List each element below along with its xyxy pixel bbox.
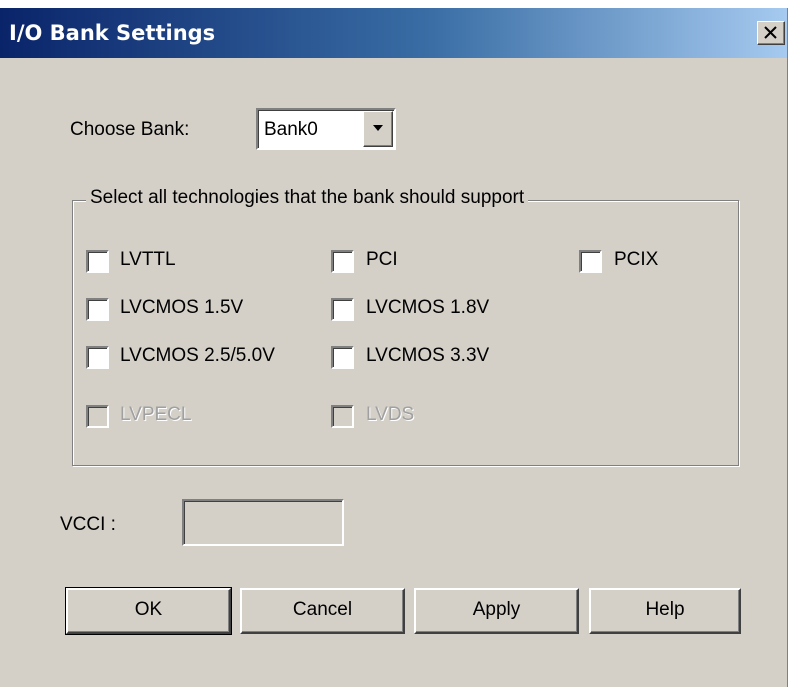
bank-select-dropdown-button[interactable]: [363, 111, 393, 147]
checkbox-lvds: [331, 405, 354, 428]
checkbox-lvds-label: LVDS: [366, 404, 415, 425]
close-button[interactable]: [757, 21, 785, 45]
technologies-group-title: Select all technologies that the bank sh…: [86, 187, 529, 209]
checkbox-lvcmos-1-8v-label[interactable]: LVCMOS 1.8V: [366, 297, 489, 319]
checkbox-lvttl[interactable]: [86, 250, 109, 273]
checkbox-lvcmos-3-3v-label[interactable]: LVCMOS 3.3V: [366, 345, 489, 367]
checkbox-lvcmos-3-3v[interactable]: [331, 346, 354, 369]
checkbox-lvpecl: [86, 405, 109, 428]
bank-select[interactable]: Bank0: [256, 108, 396, 150]
io-bank-settings-dialog: I/O Bank Settings Choose Bank: Bank0 Sel…: [0, 8, 788, 687]
checkbox-lvttl-label[interactable]: LVTTL: [120, 249, 176, 271]
checkbox-lvcmos-1-5v-label[interactable]: LVCMOS 1.5V: [120, 297, 243, 319]
checkbox-pci[interactable]: [331, 250, 354, 273]
checkbox-pcix-label[interactable]: PCIX: [614, 249, 658, 271]
checkbox-pcix[interactable]: [579, 250, 602, 273]
choose-bank-label: Choose Bank:: [70, 119, 190, 140]
ok-button[interactable]: OK: [65, 587, 232, 635]
chevron-down-icon: [373, 125, 383, 131]
cancel-button[interactable]: Cancel: [240, 588, 405, 634]
window-title: I/O Bank Settings: [9, 21, 216, 45]
checkbox-lvcmos-1-5v[interactable]: [86, 298, 109, 321]
checkbox-lvpecl-label: LVPECL: [120, 404, 192, 425]
help-button[interactable]: Help: [589, 588, 741, 634]
checkbox-lvcmos-2-5-5-0v[interactable]: [86, 346, 109, 369]
title-bar[interactable]: I/O Bank Settings: [0, 8, 787, 58]
checkbox-lvcmos-1-8v[interactable]: [331, 298, 354, 321]
apply-button[interactable]: Apply: [414, 588, 579, 634]
checkbox-lvcmos-2-5-5-0v-label[interactable]: LVCMOS 2.5/5.0V: [120, 345, 275, 367]
vcci-label: VCCI :: [60, 514, 116, 535]
bank-select-value: Bank0: [264, 119, 318, 140]
technologies-group: [72, 200, 739, 466]
checkbox-pci-label[interactable]: PCI: [366, 249, 398, 271]
vcci-field: [182, 499, 344, 546]
close-icon: [764, 26, 777, 39]
